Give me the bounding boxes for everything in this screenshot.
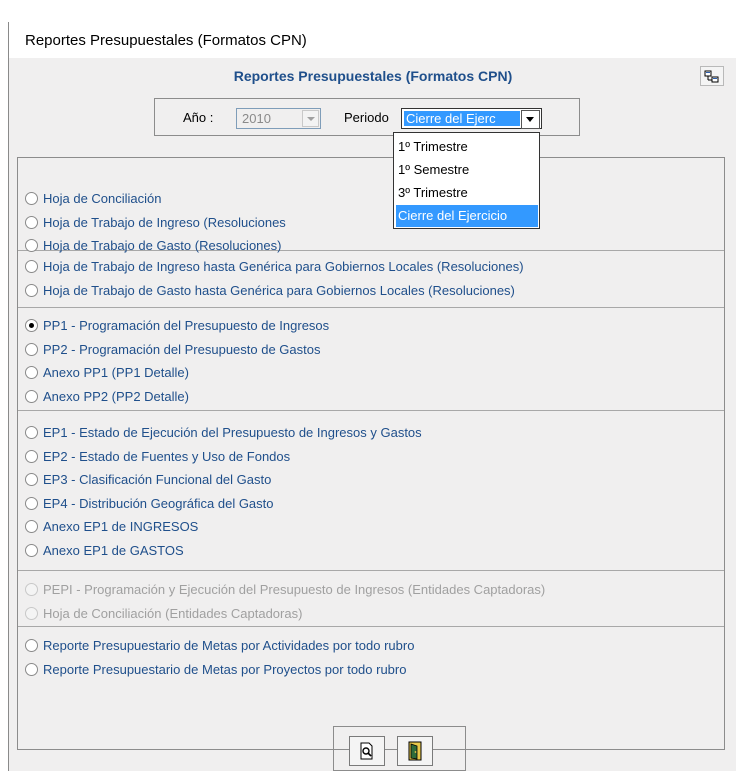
report-option-label: Hoja de Trabajo de Ingreso (Resoluciones [43, 214, 286, 230]
year-label: Año : [183, 110, 214, 125]
report-radio-button[interactable] [25, 639, 38, 652]
report-radio-button[interactable] [25, 426, 38, 439]
period-label: Periodo [344, 110, 389, 125]
period-dropdown-list: 1º Trimestre 1º Semestre 3º Trimestre Cierr… [393, 132, 540, 229]
year-chevron-down-icon[interactable] [302, 110, 319, 127]
year-value: 2010 [242, 111, 271, 126]
report-option-label: Hoja de Conciliación (Entidades Captador… [43, 605, 303, 621]
report-option-label: Hoja de Trabajo de Gasto hasta Genérica … [43, 282, 515, 298]
report-option-label: PP2 - Programación del Presupuesto de Ga… [43, 341, 321, 357]
report-radio-button[interactable] [25, 496, 38, 510]
report-group-5: PEPI - Programación y Ejecución del Pres… [18, 570, 724, 627]
report-option-label: PEPI - Programación y Ejecución del Pres… [43, 582, 546, 597]
window-title: Reportes Presupuestales (Formatos CPN) [25, 32, 307, 49]
report-radio-button[interactable] [25, 449, 38, 463]
report-radio-button[interactable] [25, 215, 38, 229]
report-radio-button[interactable] [25, 319, 38, 332]
report-option-label: PP1 - Programación del Presupuesto de In… [43, 318, 330, 333]
report-option[interactable]: Hoja de Trabajo de Ingreso hasta Genéric… [25, 259, 524, 274]
report-settings-button[interactable] [700, 66, 724, 86]
report-option[interactable]: EP2 - Estado de Fuentes y Uso de Fondos [25, 449, 290, 464]
exit-button[interactable] [397, 736, 433, 766]
report-option-label: Anexo EP1 de GASTOS [43, 542, 184, 558]
report-option[interactable]: EP1 - Estado de Ejecución del Presupuest… [25, 425, 422, 440]
year-select[interactable]: 2010 [236, 108, 321, 129]
report-radio-button[interactable] [25, 283, 38, 297]
report-option-label: EP4 - Distribución Geográfica del Gasto [43, 495, 274, 511]
report-radio-button[interactable] [25, 543, 38, 557]
window-title-bar: Reportes Presupuestales (Formatos CPN) [8, 22, 736, 58]
report-option: PEPI - Programación y Ejecución del Pres… [25, 582, 545, 597]
report-option-label: Anexo PP1 (PP1 Detalle) [43, 365, 189, 380]
report-option-label: Anexo EP1 de INGRESOS [43, 519, 199, 534]
report-option[interactable]: Anexo PP1 (PP1 Detalle) [25, 365, 189, 380]
form-title: Reportes Presupuestales (Formatos CPN) [233, 68, 513, 84]
report-radio-button[interactable] [25, 260, 38, 273]
report-option[interactable]: Anexo PP2 (PP2 Detalle) [25, 389, 189, 404]
report-radio-button [25, 583, 38, 596]
report-option-label: Reporte Presupuestario de Metas por Proy… [43, 661, 407, 677]
report-group-2: Hoja de Trabajo de Ingreso hasta Genéric… [18, 250, 724, 308]
window-client-area: Reportes Presupuestales (Formatos CPN) A… [8, 58, 736, 771]
report-option-label: Anexo PP2 (PP2 Detalle) [43, 388, 189, 404]
report-group-1: Hoja de Conciliación Hoja de Trabajo de I… [18, 158, 724, 253]
report-option[interactable]: Reporte Presupuestario de Metas por Proy… [25, 662, 406, 677]
report-radio-button[interactable] [25, 192, 38, 205]
filter-group: Año : 2010 Periodo Cierre del Ejerc [154, 98, 580, 136]
report-radio-button[interactable] [25, 662, 38, 676]
action-buttons-group [333, 726, 466, 771]
period-option[interactable]: Cierre del Ejercicio [396, 205, 538, 227]
report-option[interactable]: Hoja de Conciliación [25, 191, 162, 206]
period-select[interactable]: Cierre del Ejerc [401, 108, 542, 129]
period-chevron-down-icon[interactable] [521, 110, 540, 129]
print-preview-icon [360, 742, 373, 760]
report-option[interactable]: Hoja de Trabajo de Gasto hasta Genérica … [25, 283, 515, 298]
exit-door-icon [408, 741, 422, 761]
report-radio-button[interactable] [25, 366, 38, 379]
report-radio-button[interactable] [25, 473, 38, 486]
period-option[interactable]: 3º Trimestre [396, 182, 538, 204]
report-option-label: Hoja de Trabajo de Ingreso hasta Genéric… [43, 259, 524, 274]
report-radio-button [25, 606, 38, 620]
report-option-label: EP2 - Estado de Fuentes y Uso de Fondos [43, 448, 291, 464]
report-group-3: PP1 - Programación del Presupuesto de In… [18, 307, 724, 411]
report-option-label: Reporte Presupuestario de Metas por Acti… [43, 638, 415, 653]
report-option[interactable]: EP3 - Clasificación Funcional del Gasto [25, 472, 271, 487]
report-option-label: Hoja de Conciliación [43, 191, 162, 206]
report-settings-icon [704, 70, 719, 82]
report-radio-button[interactable] [25, 389, 38, 403]
report-option-label: EP3 - Clasificación Funcional del Gasto [43, 472, 272, 487]
report-radio-button[interactable] [25, 342, 38, 356]
report-option[interactable]: Anexo EP1 de INGRESOS [25, 519, 198, 534]
report-option[interactable]: EP4 - Distribución Geográfica del Gasto [25, 496, 274, 511]
period-option[interactable]: 1º Semestre [396, 159, 538, 181]
report-option[interactable]: Reporte Presupuestario de Metas por Acti… [25, 638, 414, 653]
report-option: Hoja de Conciliación (Entidades Captador… [25, 606, 302, 621]
report-option[interactable]: PP1 - Programación del Presupuesto de In… [25, 318, 329, 333]
period-value: Cierre del Ejerc [404, 111, 520, 126]
report-options-panel: Hoja de Conciliación Hoja de Trabajo de I… [17, 157, 725, 750]
period-option[interactable]: 1º Trimestre [396, 136, 538, 158]
report-option-label: EP1 - Estado de Ejecución del Presupuest… [43, 425, 422, 440]
report-radio-button[interactable] [25, 520, 38, 533]
report-option[interactable]: Anexo EP1 de GASTOS [25, 543, 184, 558]
report-option[interactable]: Hoja de Trabajo de Ingreso (Resoluciones [25, 215, 286, 230]
report-group-4: EP1 - Estado de Ejecución del Presupuest… [18, 410, 724, 571]
report-window: Reportes Presupuestales (Formatos CPN) R… [0, 0, 736, 771]
preview-button[interactable] [349, 736, 385, 766]
report-option[interactable]: PP2 - Programación del Presupuesto de Ga… [25, 342, 320, 357]
